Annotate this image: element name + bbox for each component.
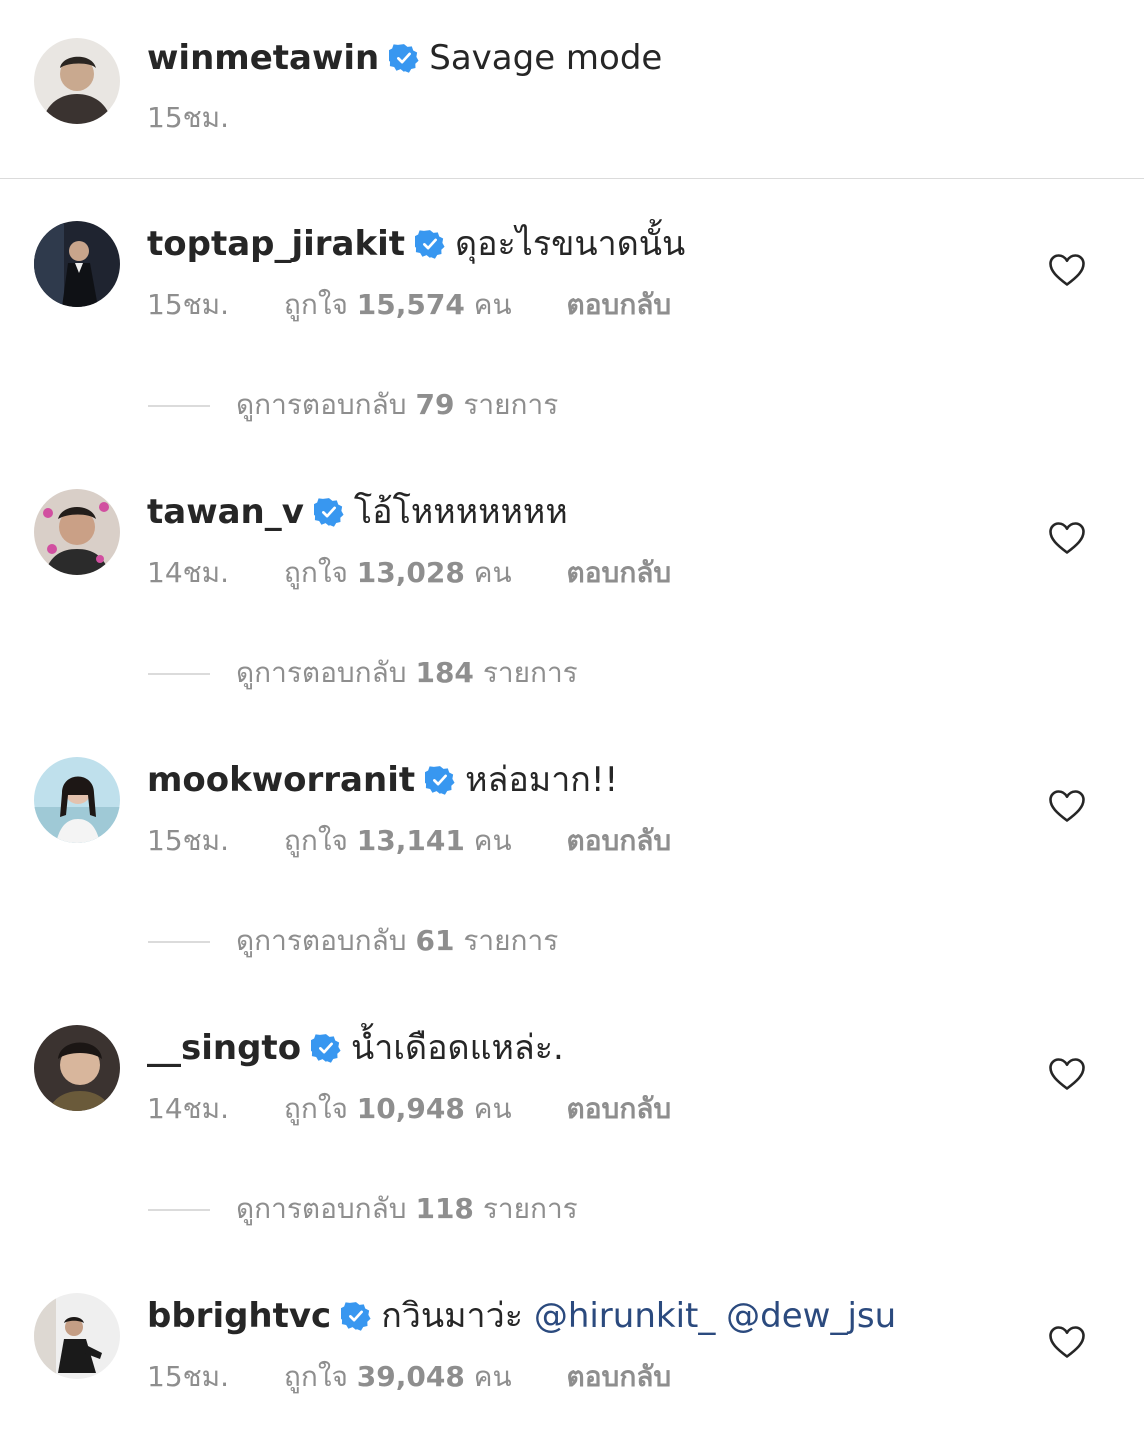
heart-outline-icon[interactable] xyxy=(1048,521,1086,555)
avatar[interactable] xyxy=(34,1293,120,1379)
avatar[interactable] xyxy=(34,489,120,575)
reply-button[interactable]: ตอบกลับ xyxy=(567,824,672,858)
view-replies-button[interactable]: ดูการตอบกลับ 61 รายการ xyxy=(148,924,558,958)
username[interactable]: mookworranit xyxy=(147,760,415,800)
mention-link[interactable]: @hirunkit_ xyxy=(534,1296,716,1336)
timestamp[interactable]: 14ชม. xyxy=(147,1092,229,1126)
view-replies-button[interactable]: ดูการตอบกลับ 184 รายการ xyxy=(148,656,578,690)
reply-button[interactable]: ตอบกลับ xyxy=(567,1092,672,1126)
caption-line: winmetawin Savage mode xyxy=(147,38,662,78)
verified-badge-icon xyxy=(311,1033,341,1063)
post-caption: winmetawin Savage mode 15ชม. xyxy=(0,0,1144,178)
caption-text: Savage mode xyxy=(429,38,663,78)
view-replies-button[interactable]: ดูการตอบกลับ 118 รายการ xyxy=(148,1192,578,1226)
verified-badge-icon xyxy=(314,497,344,527)
username[interactable]: toptap_jirakit xyxy=(147,224,405,264)
avatar[interactable] xyxy=(34,221,120,307)
likes-count[interactable]: ถูกใจ 13,141 คน xyxy=(284,824,512,858)
timestamp[interactable]: 15ชม. xyxy=(147,1360,229,1394)
divider xyxy=(148,941,210,943)
divider xyxy=(0,178,1144,179)
post-time-row: 15ชม. xyxy=(147,101,229,135)
avatar[interactable] xyxy=(34,757,120,843)
timestamp[interactable]: 14ชม. xyxy=(147,556,229,590)
verified-badge-icon xyxy=(389,43,419,73)
comment-text: หล่อมาก!! xyxy=(465,760,619,800)
comment-meta: 15ชม. ถูกใจ 13,141 คน ตอบกลับ xyxy=(147,824,671,858)
divider xyxy=(148,405,210,407)
verified-badge-icon xyxy=(415,229,445,259)
avatar[interactable] xyxy=(34,1025,120,1111)
username[interactable]: tawan_v xyxy=(147,492,304,532)
username[interactable]: bbrightvc xyxy=(147,1296,331,1336)
comment-line: mookworranit หล่อมาก!! xyxy=(147,760,618,800)
divider xyxy=(148,1209,210,1211)
verified-badge-icon xyxy=(341,1301,371,1331)
avatar[interactable] xyxy=(34,38,120,124)
comment-text: น้ำเดือดแหล่ะ. xyxy=(351,1028,564,1068)
timestamp[interactable]: 15ชม. xyxy=(147,101,229,135)
comment-line: toptap_jirakit ดุอะไรขนาดนั้น xyxy=(147,224,685,264)
comment-text: กวินมาว่ะ xyxy=(381,1296,523,1336)
reply-button[interactable]: ตอบกลับ xyxy=(567,556,672,590)
timestamp[interactable]: 15ชม. xyxy=(147,288,229,322)
likes-count[interactable]: ถูกใจ 13,028 คน xyxy=(284,556,512,590)
comment-line: __singto น้ำเดือดแหล่ะ. xyxy=(147,1028,564,1068)
heart-outline-icon[interactable] xyxy=(1048,789,1086,823)
username[interactable]: __singto xyxy=(147,1028,301,1068)
view-replies-button[interactable]: ดูการตอบกลับ 79 รายการ xyxy=(148,388,558,422)
heart-outline-icon[interactable] xyxy=(1048,253,1086,287)
comment-line: tawan_v โอ้โหหหหหหห xyxy=(147,492,568,532)
mention-link[interactable]: @dew_jsu xyxy=(726,1296,896,1336)
divider xyxy=(148,673,210,675)
comment-meta: 15ชม. ถูกใจ 15,574 คน ตอบกลับ xyxy=(147,288,671,322)
comment-meta: 15ชม. ถูกใจ 39,048 คน ตอบกลับ xyxy=(147,1360,671,1394)
comment-text: ดุอะไรขนาดนั้น xyxy=(455,224,686,264)
heart-outline-icon[interactable] xyxy=(1048,1325,1086,1359)
comment-line: bbrightvc กวินมาว่ะ @hirunkit_ @dew_jsu xyxy=(147,1296,896,1336)
username[interactable]: winmetawin xyxy=(147,38,379,78)
likes-count[interactable]: ถูกใจ 10,948 คน xyxy=(284,1092,512,1126)
likes-count[interactable]: ถูกใจ 39,048 คน xyxy=(284,1360,512,1394)
heart-outline-icon[interactable] xyxy=(1048,1057,1086,1091)
reply-button[interactable]: ตอบกลับ xyxy=(567,288,672,322)
comment-text: โอ้โหหหหหหห xyxy=(353,492,568,532)
verified-badge-icon xyxy=(425,765,455,795)
comment-meta: 14ชม. ถูกใจ 10,948 คน ตอบกลับ xyxy=(147,1092,671,1126)
reply-button[interactable]: ตอบกลับ xyxy=(567,1360,672,1394)
likes-count[interactable]: ถูกใจ 15,574 คน xyxy=(284,288,512,322)
comment-meta: 14ชม. ถูกใจ 13,028 คน ตอบกลับ xyxy=(147,556,671,590)
timestamp[interactable]: 15ชม. xyxy=(147,824,229,858)
